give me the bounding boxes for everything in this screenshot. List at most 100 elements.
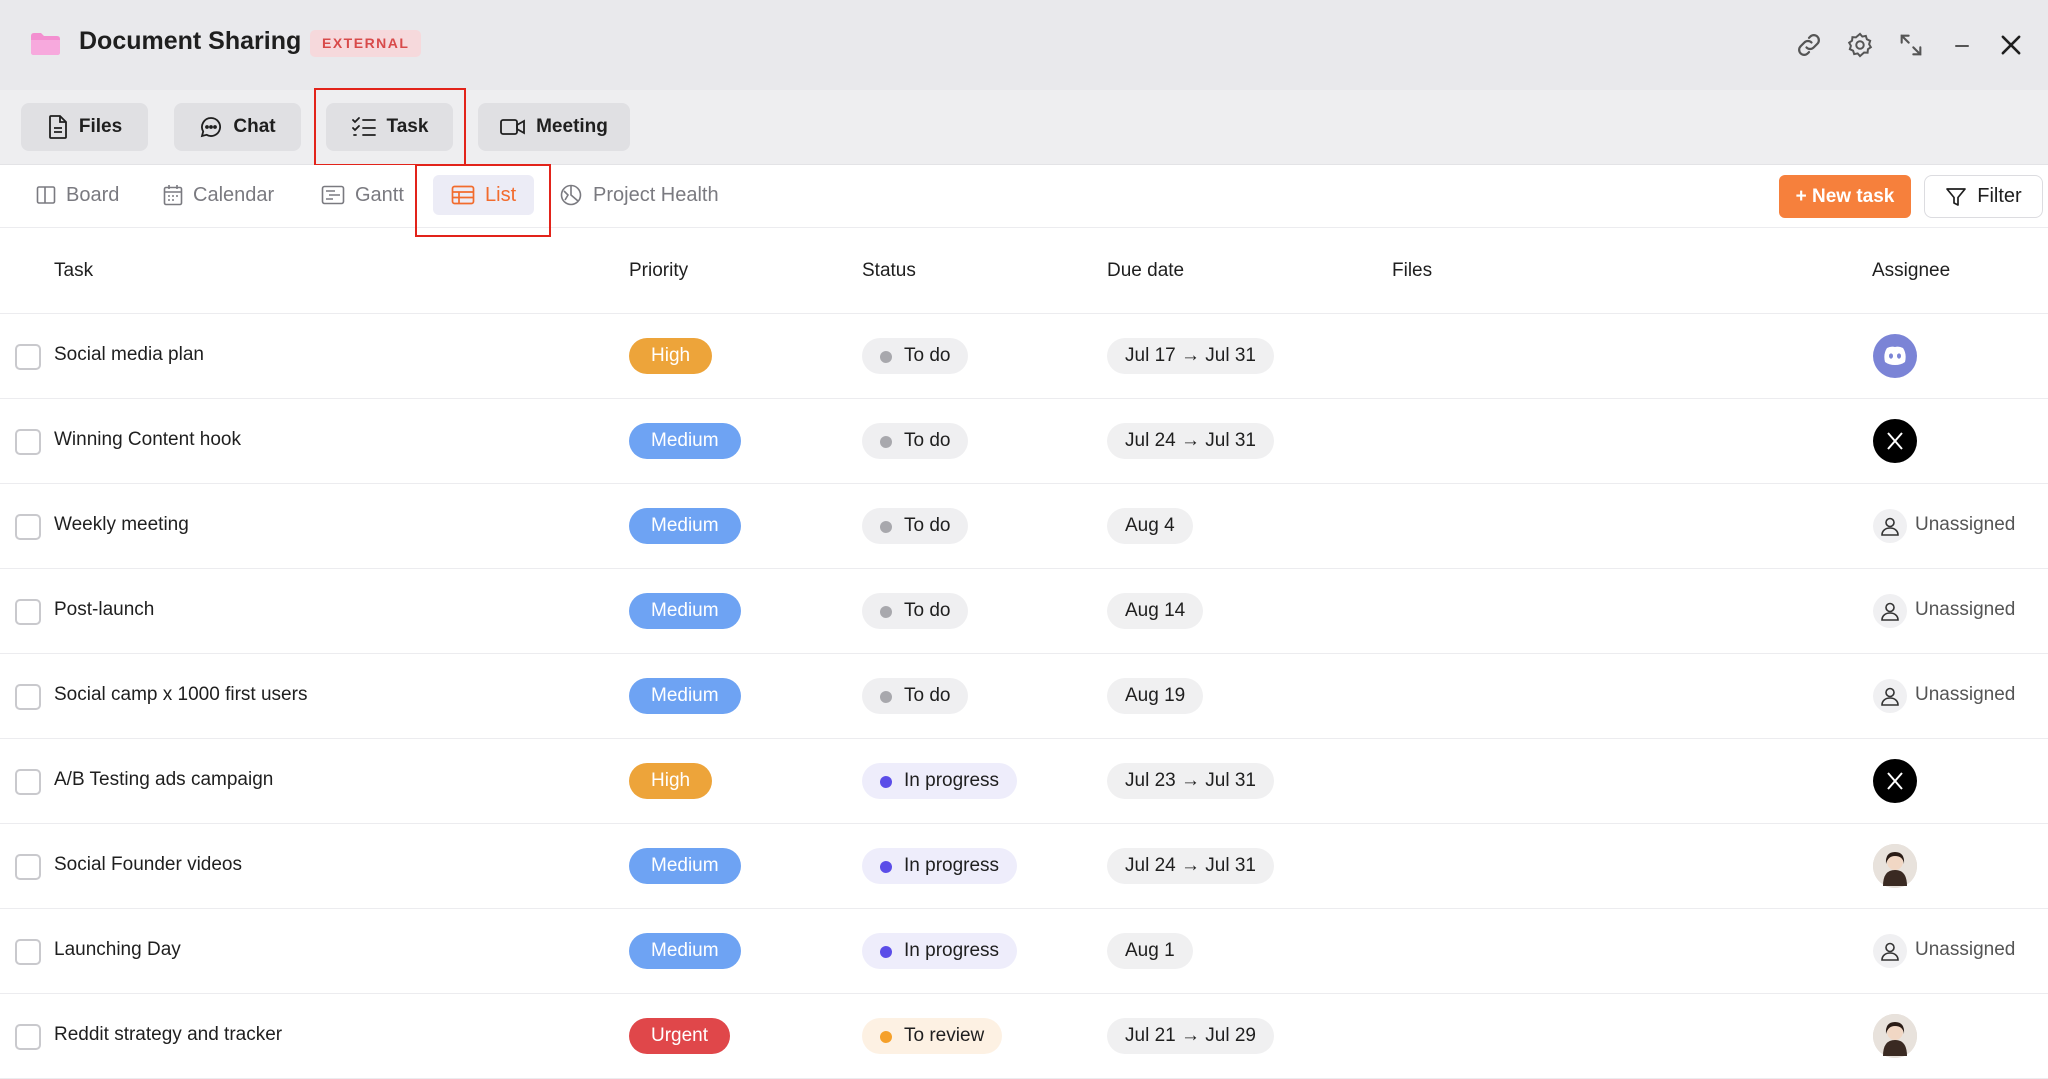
- unassigned-user-icon[interactable]: [1873, 934, 1907, 968]
- due-date-chip[interactable]: Jul 24 → Jul 31: [1107, 423, 1274, 459]
- table-row[interactable]: Social camp x 1000 first users Medium To d…: [0, 654, 2048, 739]
- task-name[interactable]: Social camp x 1000 first users: [54, 684, 307, 706]
- table-row[interactable]: Post-launch Medium To do Aug 14 Unassigned: [0, 569, 2048, 654]
- task-checkbox[interactable]: [15, 429, 41, 455]
- assignee-label[interactable]: Unassigned: [1915, 599, 2015, 621]
- status-label: In progress: [904, 855, 1000, 876]
- table-row[interactable]: Social media plan High To do Jul 17 → Jul 3…: [0, 314, 2048, 399]
- table-row[interactable]: A/B Testing ads campaign High In progress J…: [0, 739, 2048, 824]
- task-checkbox[interactable]: [15, 854, 41, 880]
- unassigned-user-icon[interactable]: [1873, 509, 1907, 543]
- minimize-icon[interactable]: [1945, 28, 1979, 62]
- table-row[interactable]: Winning Content hook Medium To do Jul 24 → …: [0, 399, 2048, 484]
- table-row[interactable]: Weekly meeting Medium To do Aug 4 Unassigned: [0, 484, 2048, 569]
- task-checkbox[interactable]: [15, 344, 41, 370]
- priority-badge[interactable]: Medium: [629, 678, 741, 714]
- due-date-chip[interactable]: Aug 1: [1107, 933, 1193, 969]
- status-badge[interactable]: To do: [862, 508, 969, 544]
- column-header-priority[interactable]: Priority: [629, 260, 688, 282]
- status-badge[interactable]: To do: [862, 338, 969, 374]
- status-dot-icon: [880, 691, 892, 703]
- expand-icon[interactable]: [1894, 28, 1928, 62]
- priority-badge[interactable]: Urgent: [629, 1018, 731, 1054]
- task-name[interactable]: Social media plan: [54, 344, 204, 366]
- status-badge[interactable]: In progress: [862, 848, 1018, 884]
- view-tab-board[interactable]: Board: [36, 175, 119, 215]
- tab-chat[interactable]: Chat: [174, 103, 301, 151]
- task-checkbox[interactable]: [15, 939, 41, 965]
- unassigned-user-icon[interactable]: [1873, 594, 1907, 628]
- priority-badge[interactable]: High: [629, 763, 713, 799]
- column-header-status[interactable]: Status: [862, 260, 916, 282]
- priority-badge[interactable]: Medium: [629, 933, 741, 969]
- assignee-label[interactable]: Unassigned: [1915, 514, 2015, 536]
- task-checkbox[interactable]: [15, 599, 41, 625]
- gear-icon[interactable]: [1843, 28, 1877, 62]
- due-date-chip[interactable]: Aug 19: [1107, 678, 1204, 714]
- priority-badge[interactable]: Medium: [629, 508, 741, 544]
- task-name[interactable]: Launching Day: [54, 939, 181, 961]
- person-avatar[interactable]: [1873, 1014, 1917, 1058]
- task-name[interactable]: Post-launch: [54, 599, 154, 621]
- due-date-chip[interactable]: Aug 4: [1107, 508, 1193, 544]
- new-task-button[interactable]: + New task: [1779, 175, 1911, 218]
- task-name[interactable]: Winning Content hook: [54, 429, 241, 451]
- link-icon[interactable]: [1792, 28, 1826, 62]
- status-badge[interactable]: To do: [862, 423, 969, 459]
- assignee-label[interactable]: Unassigned: [1915, 684, 2015, 706]
- status-label: To do: [904, 430, 951, 451]
- task-name[interactable]: Weekly meeting: [54, 514, 189, 536]
- table-header: Task Priority Status Due date Files Assi…: [0, 228, 2048, 314]
- close-icon[interactable]: [1994, 28, 2028, 62]
- assignee-label[interactable]: Unassigned: [1915, 939, 2015, 961]
- task-name[interactable]: A/B Testing ads campaign: [54, 769, 273, 791]
- column-header-task[interactable]: Task: [54, 260, 93, 282]
- task-name[interactable]: Reddit strategy and tracker: [54, 1024, 282, 1046]
- video-icon: [500, 119, 526, 135]
- tab-task[interactable]: Task: [326, 103, 453, 151]
- view-tab-gantt[interactable]: Gantt: [321, 175, 404, 215]
- table-row[interactable]: Social Founder videos Medium In progress Ju…: [0, 824, 2048, 909]
- filter-icon: [1946, 187, 1967, 206]
- column-header-assignee[interactable]: Assignee: [1872, 260, 1950, 282]
- tab-label: Task: [386, 116, 429, 137]
- status-badge[interactable]: To review: [862, 1018, 1003, 1054]
- due-date-chip[interactable]: Jul 24 → Jul 31: [1107, 848, 1274, 884]
- status-badge[interactable]: To do: [862, 593, 969, 629]
- filter-label: Filter: [1977, 185, 2022, 207]
- priority-badge[interactable]: Medium: [629, 593, 741, 629]
- task-checkbox[interactable]: [15, 1024, 41, 1050]
- task-checkbox[interactable]: [15, 684, 41, 710]
- task-name[interactable]: Social Founder videos: [54, 854, 242, 876]
- priority-badge[interactable]: High: [629, 338, 713, 374]
- priority-badge[interactable]: Medium: [629, 423, 741, 459]
- status-badge[interactable]: To do: [862, 678, 969, 714]
- person-avatar[interactable]: [1873, 844, 1917, 888]
- file-icon: [48, 115, 67, 139]
- due-date-chip[interactable]: Aug 14: [1107, 593, 1204, 629]
- column-header-files[interactable]: Files: [1392, 260, 1432, 282]
- status-badge[interactable]: In progress: [862, 933, 1018, 969]
- view-tab-project-health[interactable]: Project Health: [559, 175, 719, 215]
- task-checkbox[interactable]: [15, 514, 41, 540]
- filter-button[interactable]: Filter: [1924, 175, 2043, 218]
- view-tab-calendar[interactable]: Calendar: [163, 175, 274, 215]
- gantt-icon: [321, 185, 345, 205]
- table-row[interactable]: Reddit strategy and tracker Urgent To revi…: [0, 994, 2048, 1079]
- tab-meeting[interactable]: Meeting: [478, 103, 630, 151]
- status-badge[interactable]: In progress: [862, 763, 1018, 799]
- priority-badge[interactable]: Medium: [629, 848, 741, 884]
- task-checkbox[interactable]: [15, 769, 41, 795]
- unassigned-user-icon[interactable]: [1873, 679, 1907, 713]
- calendar-icon: [163, 185, 183, 206]
- x-avatar[interactable]: [1873, 759, 1917, 803]
- x-avatar[interactable]: [1873, 419, 1917, 463]
- tab-files[interactable]: Files: [21, 103, 148, 151]
- table-row[interactable]: Launching Day Medium In progress Aug 1 Unass…: [0, 909, 2048, 994]
- due-date-chip[interactable]: Jul 21 → Jul 29: [1107, 1018, 1274, 1054]
- due-date-chip[interactable]: Jul 17 → Jul 31: [1107, 338, 1274, 374]
- column-header-due-date[interactable]: Due date: [1107, 260, 1184, 282]
- due-date-chip[interactable]: Jul 23 → Jul 31: [1107, 763, 1274, 799]
- discord-avatar[interactable]: [1873, 334, 1917, 378]
- view-tab-list[interactable]: List: [433, 175, 535, 215]
